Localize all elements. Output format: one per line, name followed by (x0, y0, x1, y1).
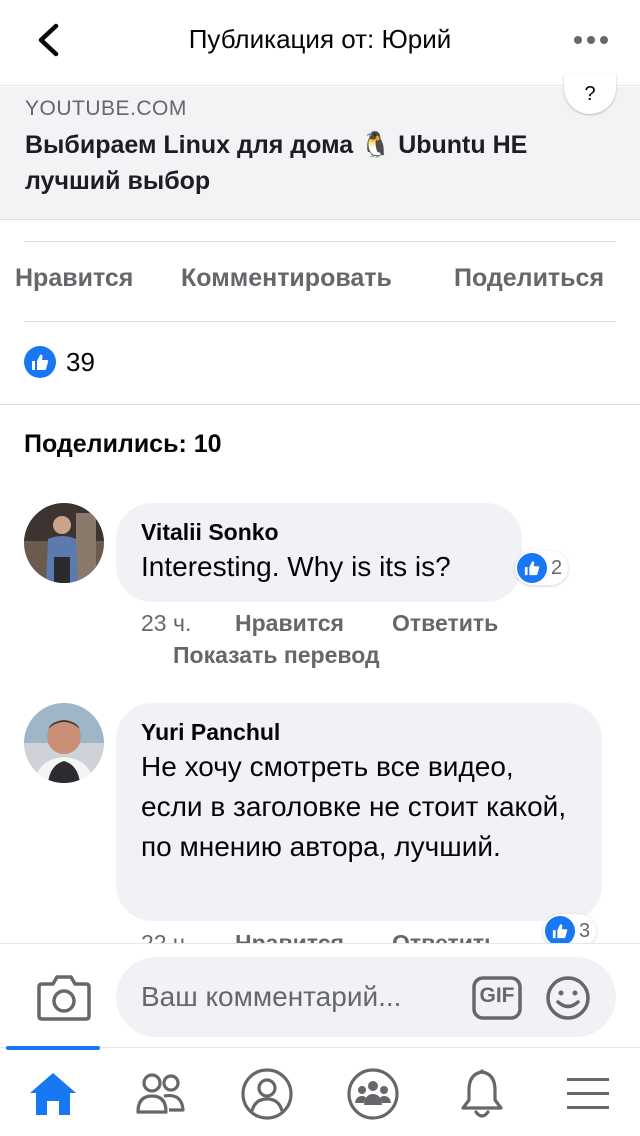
tab-menu[interactable] (556, 1062, 620, 1126)
like-action-button[interactable]: Нравится (15, 264, 133, 293)
comment-text: Interesting. Why is its is? (141, 551, 451, 582)
likes-count: 39 (66, 346, 95, 377)
divider (24, 241, 616, 242)
link-domain: YOUTUBE.COM (25, 97, 187, 120)
more-button[interactable] (566, 20, 616, 60)
share-action-button[interactable]: Поделиться (454, 264, 604, 293)
groups-icon (347, 1068, 399, 1120)
active-tab-indicator (6, 1046, 100, 1050)
camera-button[interactable] (36, 972, 92, 1022)
gif-label: GIF (479, 984, 515, 1007)
top-bar: Публикация от: Юрий (0, 0, 640, 86)
tab-notifications[interactable] (450, 1062, 514, 1126)
home-icon (30, 1073, 76, 1115)
smiley-icon (546, 976, 590, 1020)
divider (0, 404, 640, 405)
comment-reply-button[interactable]: Ответить (392, 610, 498, 637)
camera-icon (37, 975, 91, 1021)
comment-text: Не хочу смотреть все видео, если в загол… (141, 751, 567, 862)
likes-summary[interactable]: 39 (24, 345, 95, 379)
comment-composer: GIF (0, 943, 640, 1047)
bottom-tab-bar (0, 1046, 640, 1136)
divider (24, 321, 616, 322)
shares-count[interactable]: Поделились: 10 (24, 430, 222, 459)
comment-author[interactable]: Vitalii Sonko (141, 517, 496, 547)
comment-like-button[interactable]: Нравится (235, 610, 344, 637)
comment-bubble[interactable]: Yuri Panchul Не хочу смотреть все видео,… (116, 703, 602, 921)
link-card-badge-glyph: ? (584, 82, 596, 105)
post-actions: Нравится Комментировать Поделиться (0, 258, 640, 304)
emoji-button[interactable] (545, 975, 591, 1021)
page-title: Публикация от: Юрий (188, 24, 452, 54)
more-dots-icon (574, 36, 608, 44)
comment-time[interactable]: 23 ч. (141, 610, 191, 637)
thumbs-up-icon (24, 346, 56, 378)
friends-icon (136, 1073, 185, 1114)
tab-profile[interactable] (235, 1062, 299, 1126)
comment-reactions[interactable]: 2 (515, 551, 569, 585)
tab-groups[interactable] (341, 1062, 405, 1126)
comment-author[interactable]: Yuri Panchul (141, 717, 576, 747)
tab-friends[interactable] (128, 1062, 192, 1126)
thumbs-up-icon (517, 553, 547, 583)
gif-button[interactable]: GIF (472, 976, 522, 1020)
avatar[interactable] (24, 503, 104, 583)
link-title: Выбираем Linux для дома 🐧 Ubuntu НЕ лучш… (25, 131, 528, 195)
link-preview-card[interactable]: YOUTUBE.COM Выбираем Linux для дома 🐧 Ub… (0, 87, 640, 220)
reaction-count: 2 (551, 556, 563, 579)
thumbs-up-icon (545, 916, 575, 946)
show-translation-button[interactable]: Показать перевод (173, 642, 380, 669)
avatar[interactable] (24, 703, 104, 783)
comment-input[interactable] (116, 957, 616, 1037)
reaction-count: 3 (579, 919, 591, 942)
comment-bubble[interactable]: Vitalii Sonko Interesting. Why is its is… (116, 503, 522, 602)
profile-icon (241, 1068, 293, 1120)
tab-home[interactable] (21, 1062, 85, 1126)
notifications-icon (461, 1069, 503, 1118)
menu-icon (567, 1078, 609, 1109)
comment-action-button[interactable]: Комментировать (181, 264, 392, 293)
